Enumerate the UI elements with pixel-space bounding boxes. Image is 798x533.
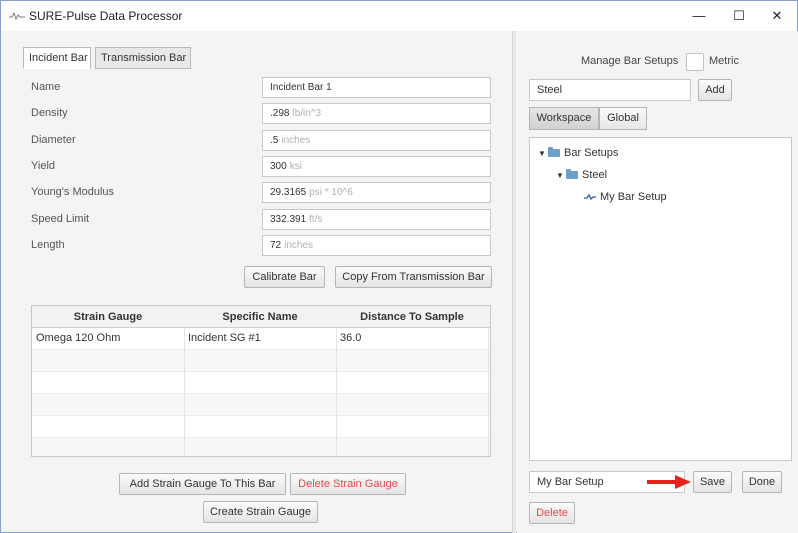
youngs-modulus-value: 29.3165 — [270, 187, 307, 198]
bar-setups-tree: ▼ Bar Setups ▼ Steel My Bar Setup — [529, 137, 792, 461]
column-divider — [488, 328, 489, 456]
speed-limit-label: Speed Limit — [31, 213, 90, 225]
yield-unit: ksi — [289, 161, 302, 172]
app-window: SURE-Pulse Data Processor — ☐ ✕ Incident… — [0, 0, 798, 533]
red-arrow-icon — [647, 475, 691, 489]
density-unit: lb/in^3 — [292, 108, 322, 119]
length-label: Length — [31, 239, 65, 251]
setup-filter-input[interactable]: Steel — [529, 79, 691, 101]
name-row: Name Incident Bar 1 — [31, 77, 501, 99]
column-header-strain-gauge[interactable]: Strain Gauge — [32, 306, 184, 328]
folder-icon — [548, 147, 560, 158]
name-label: Name — [31, 81, 61, 93]
youngs-modulus-field[interactable]: 29.3165 psi * 10^6 — [262, 182, 491, 203]
calibrate-bar-button[interactable]: Calibrate Bar — [244, 266, 325, 288]
column-header-distance[interactable]: Distance To Sample — [336, 306, 488, 328]
tree-item-label: Bar Setups — [564, 147, 619, 159]
density-field[interactable]: .298 lb/in^3 — [262, 103, 491, 124]
yield-row: Yield 300 ksi — [31, 156, 501, 178]
speed-limit-row: Speed Limit 332.391 ft/s — [31, 209, 501, 231]
density-label: Density — [31, 107, 68, 119]
diameter-row: Diameter .5 inches — [31, 130, 501, 152]
strain-gauge-table: Strain Gauge Specific Name Distance To S… — [31, 305, 491, 457]
maximize-button[interactable]: ☐ — [719, 5, 759, 27]
setup-name-value: My Bar Setup — [537, 476, 604, 488]
expand-arrow-icon[interactable]: ▼ — [556, 167, 566, 185]
tab-workspace[interactable]: Workspace — [529, 107, 599, 130]
diameter-field[interactable]: .5 inches — [262, 130, 491, 151]
tree-item-my-bar-setup[interactable]: My Bar Setup — [584, 188, 667, 206]
table-row-empty — [32, 394, 490, 416]
name-value: Incident Bar 1 — [270, 82, 332, 93]
table-row-empty — [32, 416, 490, 438]
speed-limit-unit: ft/s — [309, 214, 323, 225]
table-row[interactable]: Omega 120 Ohm Incident SG #1 36.0 — [32, 328, 490, 350]
close-button[interactable]: ✕ — [757, 5, 797, 27]
yield-field[interactable]: 300 ksi — [262, 156, 491, 177]
table-row-empty — [32, 350, 490, 372]
folder-icon — [566, 169, 578, 180]
length-row: Length 72 inches — [31, 235, 501, 257]
bar-setups-pane: Manage Bar Setups Metric Steel Add Works… — [517, 31, 798, 533]
youngs-modulus-unit: psi * 10^6 — [309, 187, 353, 198]
youngs-modulus-row: Young's Modulus 29.3165 psi * 10^6 — [31, 182, 501, 204]
diameter-unit: inches — [281, 135, 311, 146]
done-button[interactable]: Done — [742, 471, 782, 493]
yield-value: 300 — [270, 161, 287, 172]
metric-checkbox[interactable] — [686, 53, 704, 71]
app-logo-icon — [9, 11, 25, 20]
length-field[interactable]: 72 inches — [262, 235, 491, 256]
table-row-empty — [32, 438, 490, 456]
column-divider — [336, 328, 337, 456]
speed-limit-value: 332.391 — [270, 214, 307, 225]
save-button[interactable]: Save — [693, 471, 732, 493]
bar-editor-pane: Incident Bar Transmission Bar Name Incid… — [11, 39, 511, 528]
add-strain-gauge-button[interactable]: Add Strain Gauge To This Bar — [119, 473, 286, 495]
speed-limit-field[interactable]: 332.391 ft/s — [262, 209, 491, 230]
tree-item-label: My Bar Setup — [600, 191, 667, 203]
length-value: 72 — [270, 240, 282, 251]
yield-label: Yield — [31, 160, 56, 172]
tab-incident-bar[interactable]: Incident Bar — [23, 47, 91, 69]
column-divider — [184, 328, 185, 456]
add-button[interactable]: Add — [698, 79, 732, 101]
delete-strain-gauge-button[interactable]: Delete Strain Gauge — [290, 473, 406, 495]
tree-item-label: Steel — [582, 169, 608, 181]
tab-transmission-bar[interactable]: Transmission Bar — [95, 47, 191, 69]
minimize-button[interactable]: — — [679, 5, 719, 27]
create-strain-gauge-button[interactable]: Create Strain Gauge — [203, 501, 318, 523]
metric-label: Metric — [709, 55, 739, 67]
density-row: Density .298 lb/in^3 — [31, 103, 501, 125]
name-field[interactable]: Incident Bar 1 — [262, 77, 491, 98]
table-header: Strain Gauge Specific Name Distance To S… — [32, 306, 490, 328]
diameter-label: Diameter — [31, 134, 76, 146]
length-unit: inches — [284, 240, 314, 251]
window-title: SURE-Pulse Data Processor — [29, 9, 183, 23]
column-header-specific-name[interactable]: Specific Name — [184, 306, 336, 328]
density-value: .298 — [270, 108, 290, 119]
delete-setup-button[interactable]: Delete — [529, 502, 575, 524]
tree-item-steel[interactable]: ▼ Steel — [556, 166, 607, 184]
cell-specific-name: Incident SG #1 — [188, 332, 261, 344]
cell-strain-gauge: Omega 120 Ohm — [36, 332, 121, 344]
manage-bar-setups-label: Manage Bar Setups — [581, 55, 679, 67]
setup-filter-value: Steel — [537, 84, 563, 96]
expand-arrow-icon[interactable]: ▼ — [538, 145, 548, 163]
tab-global[interactable]: Global — [599, 107, 647, 130]
cell-distance: 36.0 — [340, 332, 362, 344]
title-bar: SURE-Pulse Data Processor — ☐ ✕ — [1, 1, 797, 31]
table-row-empty — [32, 372, 490, 394]
split-pane-divider[interactable] — [512, 31, 516, 533]
copy-from-transmission-button[interactable]: Copy From Transmission Bar — [335, 266, 492, 288]
youngs-modulus-label: Young's Modulus — [31, 186, 115, 198]
tree-item-bar-setups[interactable]: ▼ Bar Setups — [538, 144, 618, 162]
diameter-value: .5 — [270, 135, 279, 146]
bar-setup-icon — [584, 194, 596, 201]
